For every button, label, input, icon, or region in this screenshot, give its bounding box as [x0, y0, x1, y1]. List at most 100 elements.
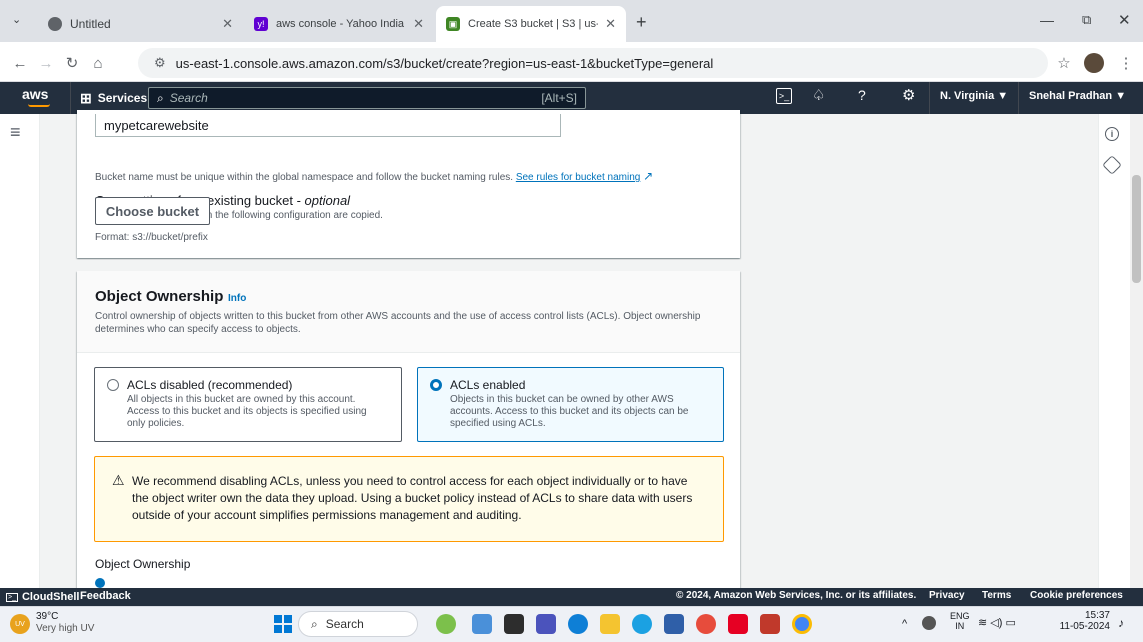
restore-icon[interactable]: ⧉ — [1082, 12, 1091, 28]
wifi-volume-battery-icon[interactable]: ≋ ◁) ▭ — [978, 616, 1016, 629]
cloudshell-icon[interactable]: >_ — [776, 88, 792, 104]
file-explorer-icon[interactable] — [600, 614, 620, 634]
bucket-name-input[interactable]: mypetcarewebsite — [95, 114, 561, 137]
left-sidebar — [0, 114, 40, 588]
divider — [70, 82, 71, 114]
choose-bucket-button[interactable]: Choose bucket — [95, 197, 210, 225]
new-tab-icon[interactable]: + — [636, 12, 647, 33]
weather-text: Very high UV — [36, 623, 95, 634]
profile-avatar[interactable] — [1084, 53, 1104, 73]
bookmark-star-icon[interactable]: ☆ — [1052, 51, 1076, 75]
weather-uv-icon[interactable]: UV — [10, 614, 30, 634]
close-tab-icon[interactable]: ✕ — [413, 16, 424, 32]
divider — [929, 82, 930, 114]
scrollbar-thumb[interactable] — [1132, 175, 1141, 283]
taskbar-app-icon[interactable] — [472, 614, 492, 634]
task-view-icon[interactable] — [504, 614, 524, 634]
cloudshell-icon: >_ — [6, 592, 18, 602]
search-shortcut: [Alt+S] — [541, 91, 577, 105]
warning-icon: ⚠ — [112, 472, 125, 488]
tab-create-s3-bucket[interactable]: ▣ Create S3 bucket | S3 | us-east- ✕ — [436, 6, 626, 42]
forward-icon[interactable]: → — [34, 51, 58, 75]
aws-logo[interactable]: aws — [22, 86, 48, 102]
rules-link[interactable]: See rules for bucket naming — [516, 172, 641, 183]
divider — [1018, 82, 1019, 114]
settings-gear-icon[interactable]: ⚙ — [902, 86, 915, 104]
copyright: © 2024, Amazon Web Services, Inc. or its… — [676, 590, 917, 601]
store-icon[interactable] — [664, 614, 684, 634]
chrome-active-icon[interactable] — [792, 614, 812, 634]
acls-disabled-option[interactable]: ACLs disabled (recommended) All objects … — [94, 367, 402, 442]
radio-acls-disabled[interactable] — [107, 379, 119, 391]
tab-yahoo[interactable]: y! aws console - Yahoo India Searc ✕ — [244, 6, 434, 42]
url-text: us-east-1.console.aws.amazon.com/s3/buck… — [175, 55, 714, 71]
windows-start-icon[interactable] — [274, 615, 292, 633]
option-title: ACLs disabled (recommended) — [127, 378, 293, 392]
notifications-bell-icon[interactable]: ♤ — [812, 86, 825, 104]
option-title: ACLs enabled — [450, 378, 526, 392]
user-menu[interactable]: Snehal Pradhan ▼ — [1029, 90, 1126, 102]
tab-search-dropdown-icon[interactable]: ⌄ — [12, 13, 21, 26]
site-settings-icon[interactable]: ⚙ — [154, 55, 166, 71]
telegram-icon[interactable] — [568, 614, 588, 634]
reload-icon[interactable]: ↻ — [60, 51, 84, 75]
globe-icon — [48, 17, 62, 31]
cloudshell-button[interactable]: >_ CloudShell — [6, 588, 79, 606]
weather-widget-icon[interactable] — [436, 614, 456, 634]
radio-partial[interactable] — [95, 578, 105, 588]
tray-app-icon[interactable] — [922, 616, 936, 630]
tab-label: aws console - Yahoo India Searc — [276, 18, 406, 30]
external-link-icon: ↗ — [643, 169, 654, 183]
help-icon[interactable]: ? — [858, 87, 866, 103]
close-tab-icon[interactable]: ✕ — [222, 16, 233, 32]
aws-logo-smile — [28, 104, 50, 107]
teams-icon[interactable] — [536, 614, 556, 634]
info-panel-icon[interactable]: i — [1105, 127, 1119, 141]
clock[interactable]: 15:37 11-05-2024 — [1054, 610, 1110, 632]
ownership-subheading: Object Ownership — [95, 557, 191, 571]
youtube-icon[interactable] — [728, 614, 748, 634]
edge-icon[interactable] — [632, 614, 652, 634]
optional-label: optional — [304, 193, 351, 208]
tab-untitled[interactable]: Untitled ✕ — [38, 6, 243, 42]
panel-title: Object Ownership — [95, 288, 224, 305]
media-app-icon[interactable] — [760, 614, 780, 634]
menu-kebab-icon[interactable]: ⋮ — [1114, 51, 1138, 75]
language-indicator[interactable]: ENG IN — [950, 611, 970, 631]
back-icon[interactable]: ← — [8, 51, 32, 75]
panel-description: Control ownership of objects written to … — [95, 311, 701, 335]
hamburger-menu-icon[interactable]: ≡ — [10, 122, 21, 143]
right-rail — [1098, 114, 1130, 588]
console-footer — [0, 588, 1143, 606]
option-desc: Objects in this bucket can be owned by o… — [450, 394, 689, 429]
services-label: Services — [97, 91, 148, 105]
search-icon: ⌕ — [311, 616, 318, 631]
radio-acls-enabled[interactable] — [430, 379, 442, 391]
home-icon[interactable]: ⌂ — [86, 51, 110, 75]
bucket-name-hint: Bucket name must be unique within the gl… — [95, 169, 654, 183]
chrome-icon[interactable] — [696, 614, 716, 634]
terms-link[interactable]: Terms — [982, 590, 1011, 601]
region-selector[interactable]: N. Virginia ▼ — [940, 90, 1008, 102]
services-grid-icon: ⊞ — [80, 89, 92, 106]
close-window-icon[interactable]: ✕ — [1118, 11, 1131, 29]
privacy-link[interactable]: Privacy — [929, 590, 965, 601]
option-desc: All objects in this bucket are owned by … — [127, 394, 367, 429]
taskbar-search[interactable]: ⌕ Search — [298, 611, 418, 637]
address-bar[interactable]: ⚙ us-east-1.console.aws.amazon.com/s3/bu… — [138, 48, 1048, 78]
s3-icon: ▣ — [446, 17, 460, 31]
acls-enabled-option[interactable]: ACLs enabled Objects in this bucket can … — [417, 367, 724, 442]
search-placeholder: Search — [169, 91, 208, 105]
aws-search-input[interactable]: ⌕ Search [Alt+S] — [148, 87, 586, 109]
feedback-link[interactable]: Feedback — [80, 590, 131, 602]
info-link[interactable]: Info — [228, 293, 246, 304]
tray-chevron-icon[interactable]: ^ — [902, 618, 907, 630]
format-hint: Format: s3://bucket/prefix — [95, 232, 208, 243]
temperature: 39°C — [36, 611, 59, 622]
cookie-preferences-link[interactable]: Cookie preferences — [1030, 590, 1123, 601]
minimize-icon[interactable]: — — [1040, 12, 1054, 28]
notification-bell-icon[interactable]: ♪ — [1118, 616, 1124, 630]
close-tab-icon[interactable]: ✕ — [605, 16, 616, 32]
tab-label: Untitled — [70, 17, 111, 31]
yahoo-icon: y! — [254, 17, 268, 31]
